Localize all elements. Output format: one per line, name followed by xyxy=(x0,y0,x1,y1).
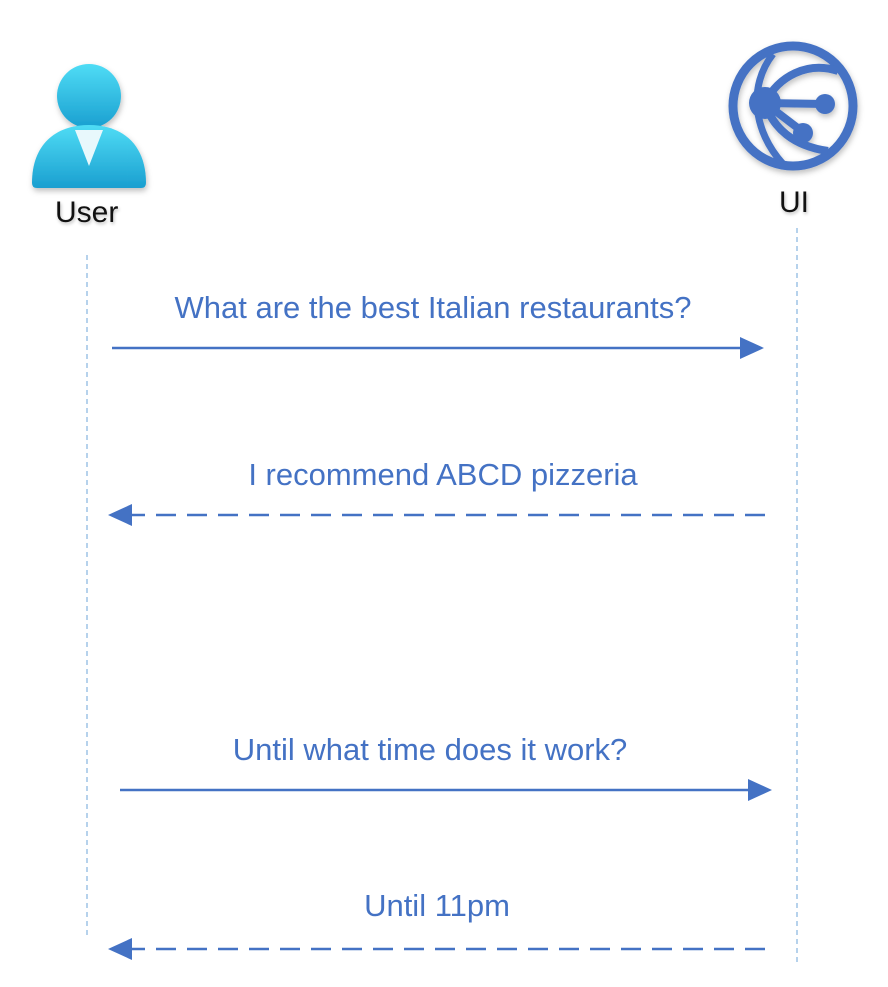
web-globe-icon xyxy=(728,41,858,171)
message-label-1: What are the best Italian restaurants? xyxy=(174,290,692,325)
message-arrow-2 xyxy=(108,504,765,526)
message-arrow-3 xyxy=(120,779,772,801)
user-icon xyxy=(32,64,146,188)
message-label-3: Until what time does it work? xyxy=(232,732,628,767)
user-actor-label: User xyxy=(55,196,119,229)
sequence-diagram: User UI What are the best Italian restau… xyxy=(0,0,888,987)
message-arrow-4 xyxy=(108,938,765,960)
message-label-2: I recommend ABCD pizzeria xyxy=(248,457,638,492)
message-label-4: Until 11pm xyxy=(364,888,510,923)
message-arrow-1 xyxy=(112,337,764,359)
ui-actor-label: UI xyxy=(779,186,809,219)
